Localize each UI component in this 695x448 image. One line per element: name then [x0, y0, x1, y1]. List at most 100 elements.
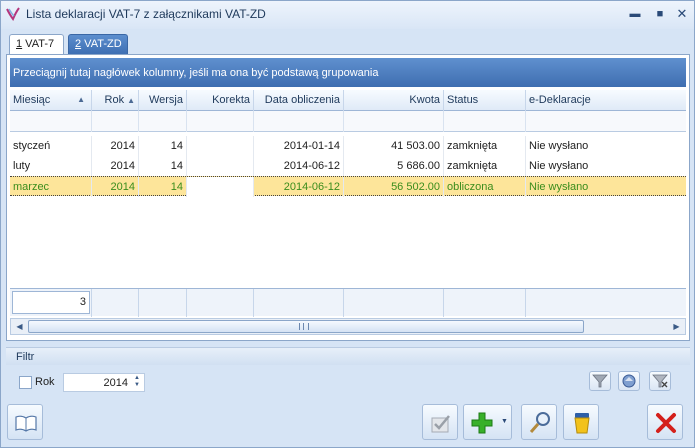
- preview-button[interactable]: [521, 404, 557, 440]
- table-row-selected[interactable]: marzec 2014 14 2014-06-12 56 502.00 obli…: [10, 176, 686, 197]
- confirm-button[interactable]: [422, 404, 458, 440]
- column-header-korekta[interactable]: Korekta: [187, 90, 254, 111]
- grid-summary-row: 3: [10, 288, 686, 317]
- cell-kwota: 41 503.00: [344, 136, 444, 156]
- column-label: e-Deklaracje: [529, 94, 591, 106]
- column-header-kwota[interactable]: Kwota: [344, 90, 444, 111]
- add-button[interactable]: [463, 404, 499, 440]
- cell-e-deklaracje: Nie wysłano: [529, 140, 589, 152]
- scroll-right-icon[interactable]: ▶: [669, 319, 684, 334]
- filter-title: Filtr: [16, 351, 35, 363]
- column-label: Status: [447, 94, 479, 106]
- filter-cell-data-obliczenia[interactable]: [254, 111, 344, 132]
- window-title: Lista deklaracji VAT-7 z załącznikami VA…: [26, 7, 266, 21]
- cell-e-deklaracje: Nie wysłano: [529, 160, 589, 172]
- help-book-button[interactable]: [7, 404, 43, 440]
- column-label: Miesiąc: [13, 94, 51, 106]
- sort-ascending-icon: ▲: [77, 95, 85, 104]
- summary-cell: [344, 289, 444, 317]
- clear-filter-button[interactable]: [649, 371, 671, 391]
- magnifier-icon: [529, 412, 550, 433]
- cell-miesiac: marzec: [10, 177, 92, 197]
- cell-rok: 2014: [92, 177, 139, 197]
- sort-ascending-icon: ▲: [127, 96, 135, 105]
- close-window-button[interactable]: ✕: [674, 6, 690, 22]
- filter-cell-wersja[interactable]: [139, 111, 187, 132]
- column-header-rok[interactable]: Rok ▲: [92, 90, 139, 111]
- rok-spin-input[interactable]: 2014 ▲ ▼: [63, 373, 145, 392]
- spin-down-icon[interactable]: ▼: [131, 382, 143, 389]
- cell-status: zamknięta: [444, 156, 526, 176]
- group-by-panel[interactable]: Przeciągnij tutaj nagłówek kolumny, jeśl…: [10, 58, 686, 87]
- filter-cell-rok[interactable]: [92, 111, 139, 132]
- filter-preset-button[interactable]: [618, 371, 640, 391]
- cell-status: zamknięta: [444, 136, 526, 156]
- column-header-status[interactable]: Status: [444, 90, 526, 111]
- cell-kwota: 5 686.00: [344, 156, 444, 176]
- minimize-button[interactable]: ▬: [627, 6, 643, 22]
- column-header-data-obliczenia[interactable]: Data obliczenia: [254, 90, 344, 111]
- cell-e-deklaracje: Nie wysłano: [529, 181, 589, 193]
- cell-kwota: 56 502.00: [344, 177, 444, 197]
- summary-cell: [254, 289, 344, 317]
- cell-miesiac: luty: [10, 156, 92, 176]
- column-header-miesiac[interactable]: Miesiąc ▲: [10, 90, 92, 111]
- funnel-icon: [592, 374, 608, 388]
- column-header-e-deklaracje[interactable]: e-Deklaracje: [526, 90, 686, 111]
- horizontal-scrollbar[interactable]: ◀ ▶: [10, 318, 686, 335]
- rok-checkbox[interactable]: [19, 376, 32, 389]
- red-x-icon: [656, 413, 676, 433]
- column-label: Kwota: [409, 94, 440, 106]
- cell-wersja: 14: [139, 136, 187, 156]
- spin-up-icon[interactable]: ▲: [131, 375, 143, 382]
- close-button[interactable]: [647, 404, 683, 440]
- summary-cell: [444, 289, 526, 317]
- apply-filter-button[interactable]: [589, 371, 611, 391]
- cell-rok: 2014: [92, 156, 139, 176]
- table-row[interactable]: styczeń 2014 14 2014-01-14 41 503.00 zam…: [10, 136, 686, 156]
- filter-cell-e-deklaracje[interactable]: [526, 111, 686, 132]
- open-book-icon: [15, 415, 37, 432]
- cell-wersja: 14: [139, 156, 187, 176]
- cell-status: obliczona: [444, 177, 526, 197]
- cell-data-obliczenia: 2014-01-14: [254, 136, 344, 156]
- group-by-hint: Przeciągnij tutaj nagłówek kolumny, jeśl…: [13, 67, 379, 79]
- trash-bin-icon: [574, 413, 590, 434]
- summary-cell: [139, 289, 187, 317]
- column-header-wersja[interactable]: Wersja: [139, 90, 187, 111]
- checkmark-icon: [431, 415, 450, 433]
- delete-button[interactable]: [563, 404, 599, 440]
- clear-funnel-icon: [652, 374, 668, 388]
- main-window: Lista deklaracji VAT-7 z załącznikami VA…: [0, 0, 695, 448]
- tab-vat-zd[interactable]: 2 VAT-ZD: [68, 34, 128, 54]
- filter-cell-status[interactable]: [444, 111, 526, 132]
- filter-cell-miesiac[interactable]: [10, 111, 92, 132]
- tab-vat-7[interactable]: 1 VAT-7: [9, 34, 64, 55]
- filter-cell-kwota[interactable]: [344, 111, 444, 132]
- cell-data-obliczenia: 2014-06-12: [254, 177, 344, 197]
- column-label: Wersja: [148, 94, 183, 106]
- filter-cell-korekta[interactable]: [187, 111, 254, 132]
- scrollbar-thumb[interactable]: [28, 320, 584, 333]
- grip-icon: [299, 323, 309, 330]
- plus-icon: [471, 412, 493, 434]
- tab-vat-zd-label: VAT-ZD: [81, 38, 122, 50]
- rok-value: 2014: [103, 377, 128, 389]
- cell-korekta: [187, 156, 254, 176]
- summary-cell: [187, 289, 254, 317]
- cell-data-obliczenia: 2014-06-12: [254, 156, 344, 176]
- scroll-left-icon[interactable]: ◀: [12, 319, 27, 334]
- grid-filter-row: [10, 111, 686, 132]
- summary-cell: [92, 289, 139, 317]
- add-dropdown-button[interactable]: ▼: [498, 404, 512, 440]
- title-bar: Lista deklaracji VAT-7 z załącznikami VA…: [1, 1, 694, 29]
- maximize-button[interactable]: ■: [652, 6, 668, 22]
- column-label: Korekta: [212, 94, 250, 106]
- filter-wizard-icon: [622, 374, 636, 388]
- app-logo-icon: [6, 7, 20, 21]
- tab-vat-7-label: VAT-7: [22, 38, 55, 50]
- filter-section-header[interactable]: Filtr: [6, 347, 690, 365]
- table-row[interactable]: luty 2014 14 2014-06-12 5 686.00 zamknię…: [10, 156, 686, 176]
- column-label: Rok: [104, 94, 125, 106]
- spin-buttons[interactable]: ▲ ▼: [131, 375, 143, 390]
